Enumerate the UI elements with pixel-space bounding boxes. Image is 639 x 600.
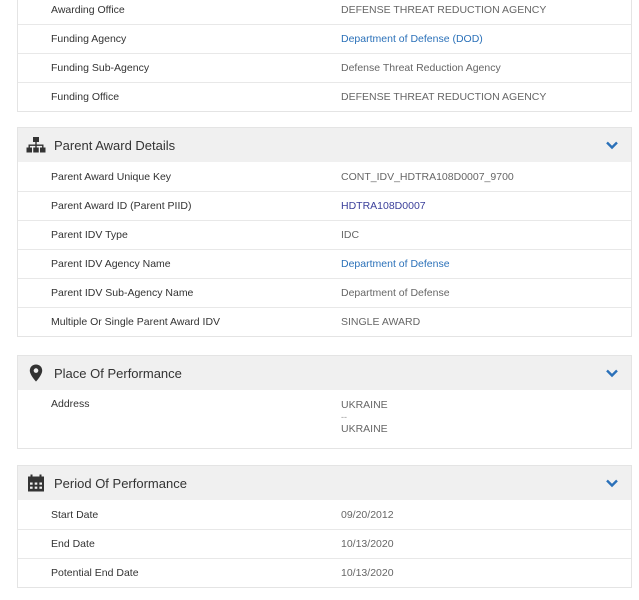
parent-award-header[interactable]: Parent Award Details xyxy=(18,128,631,162)
row-label: Awarding Office xyxy=(51,3,125,16)
address-separator: -- xyxy=(341,412,347,422)
row-label: Parent Award ID (Parent PIID) xyxy=(51,200,192,212)
table-row: End Date 10/13/2020 xyxy=(18,529,631,558)
section-title: Parent Award Details xyxy=(54,137,176,153)
section-title: Place Of Performance xyxy=(54,365,182,381)
row-value: CONT_IDV_HDTRA108D0007_9700 xyxy=(341,170,514,183)
chevron-down-icon[interactable] xyxy=(605,476,619,490)
table-row: Parent IDV Type IDC xyxy=(18,220,631,249)
table-row: Funding Office DEFENSE THREAT REDUCTION … xyxy=(18,82,631,111)
address-row: Address UKRAINE -- UKRAINE xyxy=(18,390,631,448)
table-row: Funding Agency Department of Defense (DO… xyxy=(18,24,631,53)
section-title: Period Of Performance xyxy=(54,475,187,491)
period-of-performance-header[interactable]: Period Of Performance xyxy=(18,466,631,500)
row-value: 10/13/2020 xyxy=(341,567,394,579)
place-of-performance-card: Place Of Performance Address UKRAINE -- … xyxy=(17,355,632,449)
row-value: DEFENSE THREAT REDUCTION AGENCY xyxy=(341,3,547,16)
agency-details-card: Awarding Office DEFENSE THREAT REDUCTION… xyxy=(17,0,632,112)
address-line-1: UKRAINE xyxy=(341,399,388,411)
map-marker-icon xyxy=(26,363,46,383)
row-label: Address xyxy=(51,398,90,410)
row-value: SINGLE AWARD xyxy=(341,316,421,328)
hierarchy-icon xyxy=(26,135,46,155)
funding-agency-link[interactable]: Department of Defense (DOD) xyxy=(341,33,631,45)
table-row: Awarding Office DEFENSE THREAT REDUCTION… xyxy=(18,0,631,24)
chevron-down-icon[interactable] xyxy=(605,138,619,152)
chevron-down-icon[interactable] xyxy=(605,366,619,380)
row-label: Funding Agency xyxy=(51,33,127,45)
row-label: End Date xyxy=(51,538,95,550)
parent-award-id-link[interactable]: HDTRA108D0007 xyxy=(341,200,631,212)
table-row: Parent IDV Sub-Agency Name Department of… xyxy=(18,278,631,307)
row-value: DEFENSE THREAT REDUCTION AGENCY xyxy=(341,91,547,103)
row-label: Funding Office xyxy=(51,91,120,103)
parent-idv-agency-link[interactable]: Department of Defense xyxy=(341,258,631,270)
table-row: Parent IDV Agency Name Department of Def… xyxy=(18,249,631,278)
row-label: Start Date xyxy=(51,508,99,521)
row-value: Department of Defense xyxy=(341,287,450,299)
table-row: Parent Award Unique Key CONT_IDV_HDTRA10… xyxy=(18,162,631,191)
table-row: Multiple Or Single Parent Award IDV SING… xyxy=(18,307,631,336)
row-value: IDC xyxy=(341,229,360,241)
row-label: Parent Award Unique Key xyxy=(51,170,172,183)
address-line-2: UKRAINE xyxy=(341,423,388,435)
row-value: 10/13/2020 xyxy=(341,538,394,550)
award-details-page: Awarding Office DEFENSE THREAT REDUCTION… xyxy=(0,0,639,600)
table-row: Potential End Date 10/13/2020 xyxy=(18,558,631,587)
row-label: Multiple Or Single Parent Award IDV xyxy=(51,316,221,328)
row-label: Parent IDV Sub-Agency Name xyxy=(51,287,194,299)
address-value: UKRAINE -- UKRAINE xyxy=(341,398,631,436)
row-value: Defense Threat Reduction Agency xyxy=(341,62,501,74)
row-label: Funding Sub-Agency xyxy=(51,62,150,74)
row-label: Parent IDV Type xyxy=(51,229,128,241)
calendar-icon xyxy=(26,473,46,493)
table-row: Funding Sub-Agency Defense Threat Reduct… xyxy=(18,53,631,82)
parent-award-card: Parent Award Details Parent Award Unique… xyxy=(17,127,632,337)
row-label: Potential End Date xyxy=(51,567,139,579)
row-value: 09/20/2012 xyxy=(341,508,394,521)
place-of-performance-header[interactable]: Place Of Performance xyxy=(18,356,631,390)
table-row: Start Date 09/20/2012 xyxy=(18,500,631,529)
row-label: Parent IDV Agency Name xyxy=(51,258,171,270)
period-of-performance-card: Period Of Performance Start Date 09/20/2… xyxy=(17,465,632,588)
table-row: Parent Award ID (Parent PIID) HDTRA108D0… xyxy=(18,191,631,220)
